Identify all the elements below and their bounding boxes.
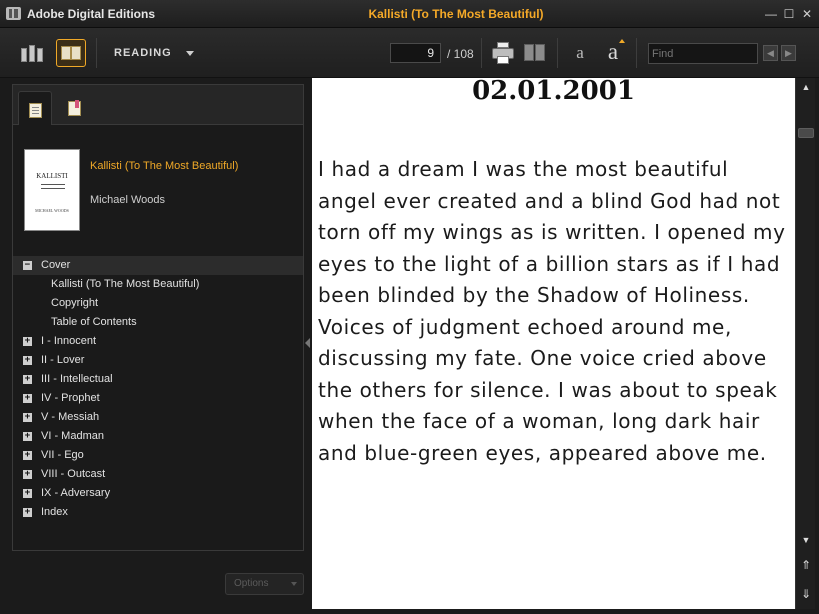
scroll-thumb[interactable]: [798, 128, 814, 138]
toc-item[interactable]: + III - Intellectual: [13, 370, 303, 389]
cover-author: MICHAEL WOODS: [35, 208, 69, 213]
expand-icon[interactable]: +: [23, 508, 32, 517]
toc-item[interactable]: + Index: [13, 503, 303, 522]
book-info: KALLISTI MICHAEL WOODS Kallisti (To The …: [13, 125, 303, 251]
expand-icon[interactable]: +: [23, 413, 32, 422]
toc-tree: − Cover Kallisti (To The Most Beautiful) Co…: [13, 256, 303, 522]
reading-page: 02.01.2001 I had a dream I was the most …: [312, 78, 795, 609]
decrease-font-button[interactable]: a: [568, 38, 592, 68]
toc-item[interactable]: + VI - Madman: [13, 427, 303, 446]
expand-icon[interactable]: +: [23, 451, 32, 460]
print-button[interactable]: [492, 42, 514, 64]
two-page-view-button[interactable]: [524, 42, 546, 64]
increase-font-button[interactable]: a: [599, 36, 627, 68]
collapse-icon[interactable]: −: [23, 261, 32, 270]
toc-item[interactable]: + IX - Adversary: [13, 484, 303, 503]
printer-icon-paper: [497, 56, 509, 64]
app-name: Adobe Digital Editions: [27, 7, 155, 21]
tab-bookmarks[interactable]: [58, 91, 92, 125]
increase-font-label: a: [607, 39, 619, 64]
toc-item-label: Index: [41, 506, 68, 518]
page-total: / 108: [447, 47, 474, 61]
expand-icon[interactable]: +: [23, 337, 32, 346]
toc-item[interactable]: − Cover: [13, 256, 303, 275]
expand-icon[interactable]: +: [23, 356, 32, 365]
cover-rule: [41, 184, 65, 185]
book-cover: KALLISTI MICHAEL WOODS: [24, 149, 80, 231]
page-number-input[interactable]: [390, 43, 441, 63]
toc-item-label: V - Messiah: [41, 411, 100, 423]
toc-item-label: III - Intellectual: [41, 373, 113, 385]
toc-item-label: I - Innocent: [41, 335, 97, 347]
tab-table-of-contents[interactable]: [18, 91, 52, 125]
page-down-icon[interactable]: ⇓: [799, 587, 813, 601]
navigation-panel: KALLISTI MICHAEL WOODS Kallisti (To The …: [12, 84, 304, 551]
toc-item-label: VII - Ego: [41, 449, 84, 461]
minimize-icon[interactable]: —: [765, 8, 777, 20]
book-author: Michael Woods: [90, 194, 165, 206]
open-book-icon-part: [71, 46, 81, 60]
view-mode-dropdown-icon[interactable]: [186, 51, 194, 56]
expand-icon[interactable]: +: [23, 489, 32, 498]
options-button: Options: [225, 573, 304, 595]
vertical-scrollbar[interactable]: ▲ ▼ ⇑ ⇓: [795, 78, 815, 609]
panel-tabs: [13, 85, 303, 125]
two-page-icon-part: [535, 44, 545, 61]
find-next-button[interactable]: ▶: [781, 45, 796, 61]
expand-icon[interactable]: +: [23, 375, 32, 384]
page-heading: 02.01.2001: [472, 78, 635, 106]
expand-icon[interactable]: +: [23, 432, 32, 441]
toolbar-divider: [557, 38, 558, 68]
toc-item-label: VIII - Outcast: [41, 468, 106, 480]
scroll-down-icon[interactable]: ▼: [799, 533, 813, 547]
toc-item-label: II - Lover: [41, 354, 85, 366]
page-body-text: I had a dream I was the most beautiful a…: [318, 157, 786, 465]
toolbar-divider: [636, 38, 637, 68]
expand-icon[interactable]: +: [23, 394, 32, 403]
two-page-icon: [524, 44, 534, 61]
expand-icon[interactable]: +: [23, 470, 32, 479]
increase-arrow-icon: [619, 39, 625, 43]
toolbar: READING / 108 a a ◀ ▶: [0, 28, 819, 78]
toc-item[interactable]: Copyright: [13, 294, 303, 313]
toc-item[interactable]: Table of Contents: [13, 313, 303, 332]
toc-item-label: Cover: [41, 259, 71, 271]
page-up-icon[interactable]: ⇑: [799, 558, 813, 572]
cover-title: KALLISTI: [36, 172, 68, 180]
toc-item[interactable]: + VIII - Outcast: [13, 465, 303, 484]
library-books-icon: [21, 48, 27, 62]
bookmark-icon: [68, 100, 81, 116]
cover-rule: [41, 188, 65, 189]
toolbar-divider: [481, 38, 482, 68]
view-mode-label[interactable]: READING: [114, 47, 172, 59]
close-icon[interactable]: ✕: [801, 8, 813, 20]
maximize-icon[interactable]: ☐: [783, 8, 795, 20]
toc-item[interactable]: + I - Innocent: [13, 332, 303, 351]
table-of-contents-icon: [29, 103, 42, 118]
title-bar: Adobe Digital Editions Kallisti (To The …: [0, 0, 819, 28]
toc-item[interactable]: + II - Lover: [13, 351, 303, 370]
library-view-button[interactable]: [17, 40, 47, 66]
open-book-icon: [61, 46, 71, 60]
toc-item-label: Table of Contents: [51, 316, 137, 328]
toc-item-label: Copyright: [51, 297, 99, 309]
toc-item-label: IV - Prophet: [41, 392, 100, 404]
toc-item[interactable]: + V - Messiah: [13, 408, 303, 427]
book-title: Kallisti (To The Most Beautiful): [90, 160, 239, 172]
toc-item[interactable]: + VII - Ego: [13, 446, 303, 465]
toc-item[interactable]: + IV - Prophet: [13, 389, 303, 408]
toc-item-label: Kallisti (To The Most Beautiful): [51, 278, 200, 290]
app-book-icon: [6, 7, 21, 20]
library-books-icon-part: [37, 48, 43, 62]
toc-item-label: VI - Madman: [41, 430, 104, 442]
toc-item[interactable]: Kallisti (To The Most Beautiful): [13, 275, 303, 294]
panel-collapse-handle[interactable]: [305, 320, 310, 366]
reading-view-button[interactable]: [56, 39, 86, 67]
toolbar-divider: [96, 38, 97, 68]
scroll-up-icon[interactable]: ▲: [799, 80, 813, 94]
find-previous-button[interactable]: ◀: [763, 45, 778, 61]
library-books-icon-part: [29, 45, 35, 62]
find-input[interactable]: [648, 43, 758, 64]
toc-item-label: IX - Adversary: [41, 487, 111, 499]
